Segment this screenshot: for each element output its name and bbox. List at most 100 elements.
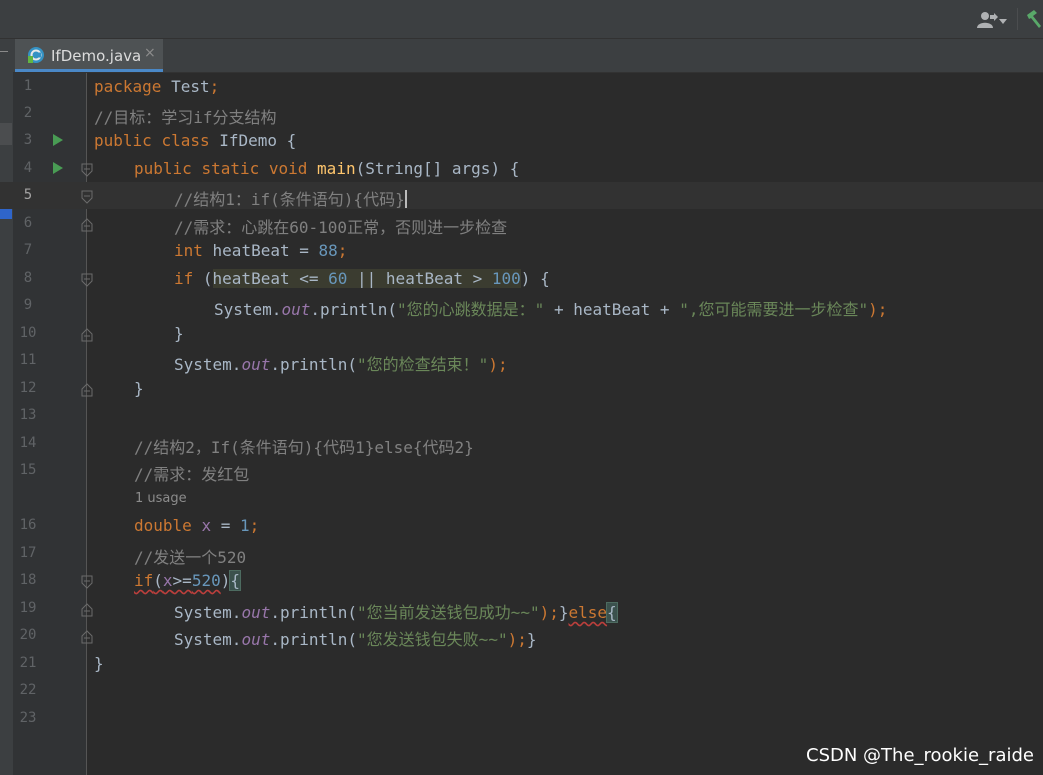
static-field-token: out — [241, 630, 271, 649]
matched-brace: { — [606, 602, 618, 623]
fold-end-icon[interactable] — [81, 630, 93, 644]
code-line-2[interactable]: 2 //目标：学习if分支结构 — [0, 100, 1043, 127]
code-line-3[interactable]: 3 public class IfDemo { — [0, 127, 1043, 154]
error-squiggle: if(x>=520 — [134, 571, 221, 590]
fold-marker-icon[interactable] — [81, 163, 93, 177]
code-line-19[interactable]: 19 System.out.println("您当前发送钱包成功~~");}el… — [0, 595, 1043, 623]
number-token: 100 — [491, 269, 521, 288]
usage-inlay-hint[interactable]: 1 usage — [135, 491, 187, 506]
code-line-16[interactable]: 16 double x = 1; — [0, 512, 1043, 539]
hammer-build-icon[interactable] — [1024, 9, 1043, 29]
code-line-23[interactable]: 23 — [0, 705, 1043, 732]
code-text: System.out.println("您当前发送钱包成功~~");}else{ — [174, 599, 618, 623]
code-token: .println( — [270, 603, 358, 622]
code-line-18[interactable]: 18 if(x>=520){ — [0, 567, 1043, 594]
code-line-15[interactable]: 15 //需求：发红包 — [0, 457, 1043, 484]
line-number: 18 — [19, 572, 37, 588]
code-token: >= — [172, 571, 192, 590]
code-line-5-current[interactable]: 5 //结构1：if(条件语句){代码} — [0, 182, 1043, 209]
string-token: ",您可能需要进一步检查" — [679, 300, 869, 319]
matched-brace: { — [229, 570, 241, 591]
line-number: 19 — [19, 600, 37, 616]
fold-marker-icon[interactable] — [81, 190, 93, 204]
variable-token: x — [201, 516, 212, 535]
watermark-text: CSDN @The_rookie_raide — [806, 745, 1034, 766]
top-toolbar — [0, 0, 1043, 39]
code-line-17[interactable]: 17 //发送一个520 — [0, 540, 1043, 567]
keyword-token: else — [568, 603, 608, 622]
code-line-8[interactable]: 8 if (heatBeat <= 60 || heatBeat > 100) … — [0, 265, 1043, 292]
line-number: 22 — [19, 682, 37, 698]
static-field-token: out — [281, 300, 311, 319]
comment-token: //结构1：if(条件语句){代码} — [174, 190, 405, 209]
code-token: heatBeat <= — [212, 269, 329, 288]
string-token: "您发送钱包失败~~" — [357, 630, 508, 649]
code-text: double x = 1; — [134, 516, 259, 535]
code-line-13[interactable]: 13 — [0, 402, 1043, 429]
string-token: "您的心跳数据是：" — [397, 300, 545, 319]
line-number: 5 — [23, 187, 33, 203]
fold-end-icon[interactable] — [81, 218, 93, 232]
line-number: 4 — [23, 160, 33, 176]
keyword-token: public — [134, 159, 192, 178]
line-number: 13 — [19, 407, 37, 423]
code-line-10[interactable]: 10 } — [0, 320, 1043, 347]
fold-end-icon[interactable] — [81, 328, 93, 342]
fold-end-icon[interactable] — [81, 383, 93, 397]
comment-token: //需求：发红包 — [134, 465, 250, 484]
keyword-token: package — [94, 77, 162, 96]
close-icon[interactable]: × — [144, 45, 156, 61]
number-token: 520 — [191, 571, 221, 590]
fold-end-icon[interactable] — [81, 603, 93, 617]
code-text: System.out.println("您的心跳数据是：" + heatBeat… — [214, 296, 887, 320]
code-token: .println( — [270, 630, 358, 649]
code-token: .println( — [310, 300, 398, 319]
code-token: } — [94, 654, 104, 673]
code-token: } — [134, 379, 144, 398]
comment-token: //结构2，If(条件语句){代码1}else{代码2} — [134, 438, 474, 457]
code-line-20[interactable]: 20 System.out.println("您发送钱包失败~~");} — [0, 622, 1043, 649]
code-token: + heatBeat + — [544, 300, 680, 319]
strip-marker — [0, 51, 8, 52]
keyword-token: if — [134, 571, 154, 590]
line-number: 2 — [23, 105, 33, 121]
keyword-token: void — [268, 159, 308, 178]
fold-marker-icon[interactable] — [81, 575, 93, 589]
code-line-7[interactable]: 7 int heatBeat = 88; — [0, 237, 1043, 264]
inlay-hint-row: 1 usage — [0, 485, 1043, 512]
code-line-9[interactable]: 9 System.out.println("您的心跳数据是：" + heatBe… — [0, 292, 1043, 319]
text-caret — [404, 190, 407, 208]
line-number: 16 — [19, 517, 37, 533]
run-triangle-icon[interactable] — [52, 133, 64, 147]
code-line-4[interactable]: 4 public static void main(String[] args)… — [0, 155, 1043, 182]
code-line-1[interactable]: 1 package Test; — [0, 73, 1043, 100]
line-number: 23 — [19, 710, 37, 726]
user-account-icon[interactable] — [976, 11, 1010, 29]
line-number: 20 — [19, 627, 37, 643]
line-number: 9 — [23, 297, 33, 313]
code-token: ) — [520, 269, 531, 288]
line-number: 8 — [23, 270, 33, 286]
code-token: ( — [153, 571, 163, 590]
tab-filename: IfDemo.java — [51, 47, 142, 65]
code-token: ( — [193, 269, 213, 288]
editor-tab-bar: IfDemo.java × — [13, 39, 1043, 73]
code-text: int heatBeat = 88; — [174, 241, 347, 260]
run-triangle-icon[interactable] — [52, 161, 64, 175]
code-line-11[interactable]: 11 System.out.println("您的检查结束！"); — [0, 347, 1043, 374]
code-token: } — [526, 630, 537, 649]
line-number: 6 — [23, 215, 33, 231]
code-text: public static void main(String[] args) { — [134, 159, 519, 178]
code-line-14[interactable]: 14 //结构2，If(条件语句){代码1}else{代码2} — [0, 430, 1043, 457]
code-line-22[interactable]: 22 — [0, 677, 1043, 704]
code-token: System. — [174, 355, 242, 374]
code-token: ) — [220, 571, 231, 590]
fold-marker-icon[interactable] — [81, 273, 93, 287]
keyword-token: ; — [209, 77, 220, 96]
code-line-21[interactable]: 21 } — [0, 650, 1043, 677]
code-line-12[interactable]: 12 } — [0, 375, 1043, 402]
editor-tab-ifdemo[interactable]: IfDemo.java × — [15, 39, 163, 72]
code-line-6[interactable]: 6 //需求：心跳在60-100正常，否则进一步检查 — [0, 210, 1043, 237]
keyword-token: double — [134, 516, 192, 535]
method-token: main — [317, 159, 356, 178]
